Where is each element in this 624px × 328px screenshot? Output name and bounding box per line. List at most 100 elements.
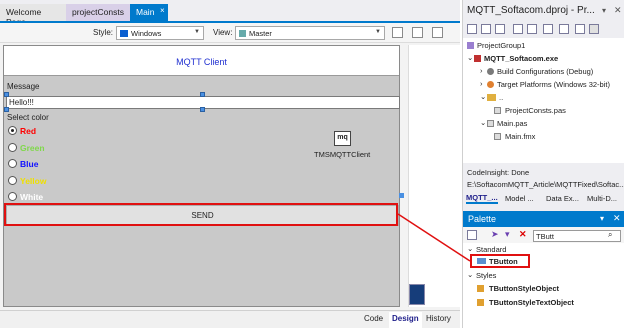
close-icon[interactable]: ×: [160, 6, 165, 15]
close-icon[interactable]: ✕: [614, 5, 622, 16]
palette-item-tbuttonstyleobject[interactable]: TButtonStyleObject: [489, 284, 559, 293]
tree-item-folder[interactable]: ..: [499, 93, 503, 102]
tab-data-explorer[interactable]: Data Ex...: [546, 194, 579, 203]
cursor-icon[interactable]: ➤: [491, 229, 499, 240]
preview-thumbnail[interactable]: [409, 284, 425, 305]
expand-icon[interactable]: [575, 24, 585, 34]
style-label: Style:: [93, 28, 114, 37]
radio-label: White: [20, 192, 44, 202]
tree-item-target-platforms[interactable]: Target Platforms (Windows 32-bit): [497, 80, 610, 89]
new-icon[interactable]: [467, 24, 477, 34]
project-manager-title: MQTT_Softacom.dproj - Pr...: [467, 5, 595, 16]
delete-view-icon[interactable]: [412, 27, 423, 38]
project-toolbar: [463, 22, 624, 38]
clear-search-icon[interactable]: ✕: [519, 229, 527, 240]
chevron-right-icon[interactable]: ›: [480, 79, 483, 88]
bottom-tab-bar: Code Design History: [0, 310, 460, 328]
project-path: E:\SoftacomMQTT_Article\MQTTFixed\Softac…: [467, 180, 624, 189]
search-icon[interactable]: ⌕: [608, 230, 612, 240]
style-object-icon: [477, 299, 484, 306]
tree-item-main-fmx[interactable]: Main.fmx: [505, 132, 535, 141]
mqtt-component-icon[interactable]: mq: [334, 131, 351, 146]
codeinsight-status: CodeInsight: Done: [467, 168, 530, 177]
selection-handle[interactable]: [200, 92, 205, 97]
project-pane-tabs: MQTT_... Model ... Data Ex... Multi-D...: [463, 192, 624, 206]
chevron-down-icon[interactable]: ⌄: [467, 53, 473, 62]
form-header: MQTT Client: [4, 46, 399, 76]
file-icon: [487, 120, 494, 127]
run-icon[interactable]: [589, 24, 599, 34]
new-view-icon[interactable]: [392, 27, 403, 38]
options-icon[interactable]: [543, 24, 553, 34]
palette-header: Palette ▾ ✕: [463, 211, 624, 227]
chevron-down-icon[interactable]: ⌄: [480, 92, 486, 101]
tab-project-consts[interactable]: projectConsts: [66, 4, 130, 21]
selection-handle[interactable]: [200, 107, 205, 112]
chevron-down-icon[interactable]: ⌄: [480, 118, 486, 127]
tree-item-exe[interactable]: MQTT_Softacom.exe: [484, 54, 558, 63]
right-panels: MQTT_Softacom.dproj - Pr... ▾ ✕ ProjectG…: [462, 0, 624, 328]
view-label: View:: [213, 28, 233, 37]
chevron-right-icon[interactable]: ›: [480, 66, 483, 75]
style-object-icon: [477, 285, 484, 292]
style-combo[interactable]: Windows ▼: [116, 26, 204, 40]
remove-icon[interactable]: [527, 24, 537, 34]
selection-handle[interactable]: [4, 107, 9, 112]
style-value: Windows: [131, 29, 162, 38]
palette-search-row: ➤ ▾ ✕ TButt ⌕: [463, 227, 624, 243]
radio-blue[interactable]: [8, 159, 17, 168]
palette-section-standard[interactable]: Standard: [476, 245, 506, 254]
radio-red[interactable]: [8, 126, 17, 135]
tab-model[interactable]: Model ...: [505, 194, 534, 203]
send-button-highlight: [4, 203, 398, 226]
add-icon[interactable]: [513, 24, 523, 34]
radio-label: Yellow: [20, 176, 47, 186]
tab-label: Main: [136, 7, 155, 17]
gear-icon: [487, 68, 494, 75]
tbutton-highlight: [470, 254, 530, 268]
designer-scrollbar[interactable]: [400, 45, 408, 307]
tree-item-project-group[interactable]: ProjectGroup1: [477, 41, 525, 50]
view-combo[interactable]: Master ▼: [235, 26, 385, 40]
palette-item-tbuttonstyletextobject[interactable]: TButtonStyleTextObject: [489, 298, 574, 307]
master-icon: [239, 30, 246, 37]
tree-item-build-configurations[interactable]: Build Configurations (Debug): [497, 67, 593, 76]
message-label: Message: [7, 82, 40, 91]
form-designer[interactable]: MQTT Client Message Hello!!! Select colo…: [3, 45, 400, 307]
radio-white[interactable]: [8, 192, 17, 201]
view-settings-icon[interactable]: [432, 27, 443, 38]
sync-icon[interactable]: [559, 24, 569, 34]
pin-icon[interactable]: ▾: [602, 6, 606, 15]
tab-project[interactable]: MQTT_...: [466, 193, 498, 204]
tab-history[interactable]: History: [426, 314, 451, 323]
tab-code[interactable]: Code: [364, 314, 383, 323]
project-tree: ProjectGroup1 ⌄ MQTT_Softacom.exe › Buil…: [463, 38, 624, 163]
project-group-icon: [467, 42, 474, 49]
tree-item-project-consts[interactable]: ProjectConsts.pas: [505, 106, 566, 115]
designer-toolbar: Style: Windows ▼ View: Master ▼: [0, 23, 460, 43]
exe-icon: [474, 55, 481, 62]
form-title: MQTT Client: [176, 57, 227, 67]
chevron-down-icon[interactable]: ⌄: [467, 244, 473, 253]
dropdown-icon[interactable]: ▾: [505, 229, 510, 240]
tab-multi-device[interactable]: Multi-D...: [587, 194, 617, 203]
windows-icon: [120, 30, 128, 37]
pin-icon[interactable]: ▾: [600, 214, 604, 223]
chevron-down-icon[interactable]: ⌄: [467, 270, 473, 279]
file-icon: [494, 107, 501, 114]
save-icon[interactable]: [481, 24, 491, 34]
radio-green[interactable]: [8, 143, 17, 152]
palette-section-styles[interactable]: Styles: [476, 271, 496, 280]
tab-design[interactable]: Design: [389, 312, 422, 328]
radio-yellow[interactable]: [8, 176, 17, 185]
form-file-icon: [494, 133, 501, 140]
palette-menu-icon[interactable]: [467, 230, 477, 240]
tree-item-main-pas[interactable]: Main.pas: [497, 119, 527, 128]
selection-handle[interactable]: [4, 92, 9, 97]
selection-handle[interactable]: [399, 193, 404, 198]
close-icon[interactable]: ✕: [613, 213, 621, 224]
open-icon[interactable]: [495, 24, 505, 34]
editor-tab-bar: Welcome Page projectConsts Main ×: [0, 0, 460, 27]
tab-welcome-page[interactable]: Welcome Page: [0, 4, 66, 27]
target-icon: [487, 81, 494, 88]
